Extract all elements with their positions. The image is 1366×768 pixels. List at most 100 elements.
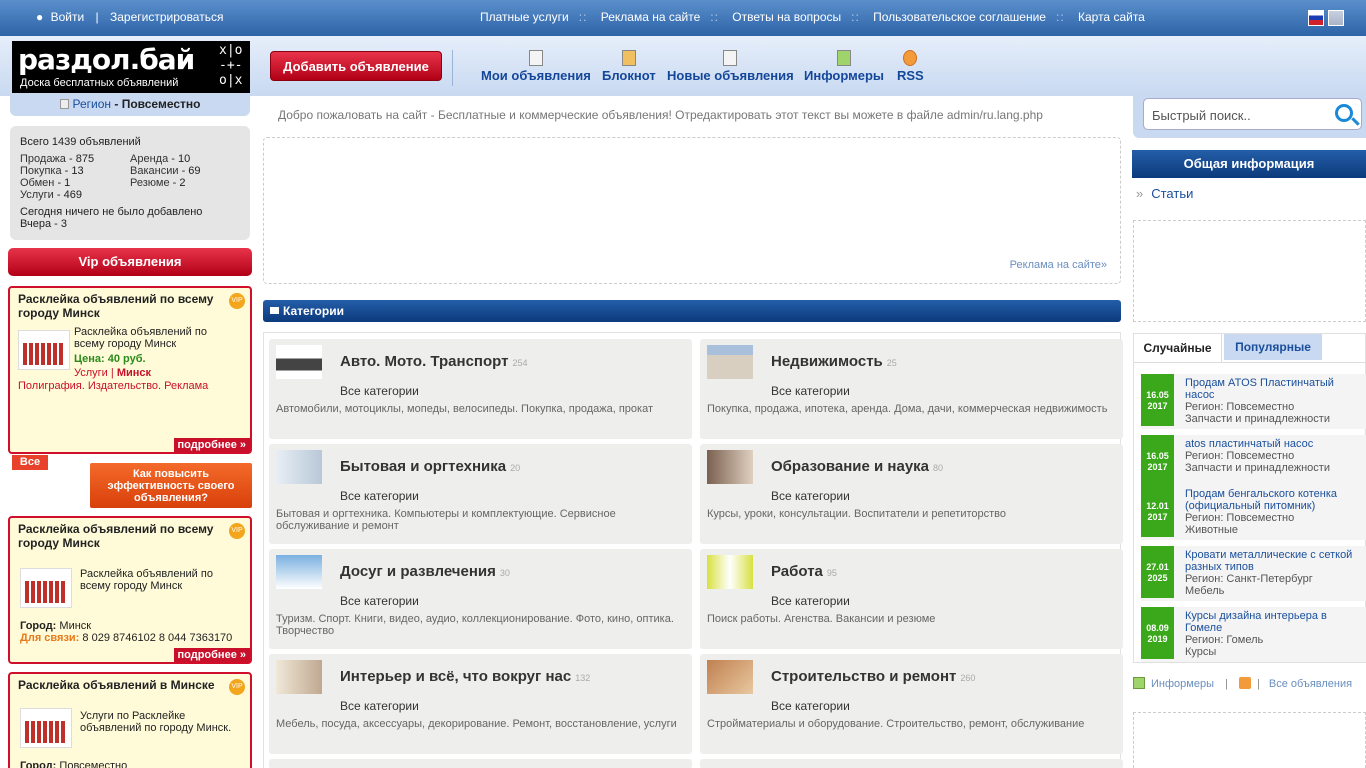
stats-services-link[interactable]: Услуги — [20, 189, 54, 201]
all-categories-link[interactable]: Все категории — [771, 384, 850, 398]
work-icon — [707, 555, 753, 589]
category-card[interactable] — [700, 759, 1123, 768]
register-link[interactable]: Зарегистрироваться — [110, 10, 223, 24]
menu-user-agreement[interactable]: Пользовательское соглашение — [873, 10, 1046, 24]
construction-icon — [707, 660, 753, 694]
list-item[interactable]: 16.05 2017 atos пластинчатый насос Регион:… — [1141, 435, 1366, 490]
list-item[interactable]: 08.09 2019 Курсы дизайна интерьера в Гоме… — [1141, 607, 1366, 662]
all-categories-link[interactable]: Все категории — [340, 594, 419, 608]
nav-my-ads[interactable]: Мои объявления — [481, 50, 591, 83]
category-card[interactable]: Авто. Мото. Транспорт 254 Все категории А… — [269, 339, 692, 439]
category-title[interactable]: Недвижимость — [771, 353, 883, 370]
vip-ad-card[interactable]: Расклейка объявлений по всему городу Мин… — [8, 286, 252, 454]
category-card[interactable] — [269, 759, 692, 768]
vip-more-link[interactable]: подробнее » — [173, 648, 250, 662]
nav-informers[interactable]: Информеры — [804, 50, 884, 83]
category-title[interactable]: Досуг и развлечения — [340, 563, 496, 580]
header: раздол.бай Доска бесплатных объявлений x… — [0, 36, 1366, 96]
vip-ad-title[interactable]: Расклейка объявлений по всему городу Мин… — [18, 292, 242, 320]
all-ads-link[interactable]: Все объявления — [1269, 678, 1352, 690]
ad-thumbnail[interactable] — [18, 330, 70, 370]
notepad-icon — [621, 50, 636, 66]
flag-uk-icon[interactable] — [1328, 10, 1344, 26]
date-badge: 27.01 2025 — [1141, 546, 1174, 598]
login-link[interactable]: Войти — [51, 10, 85, 24]
date-badge: 16.05 2017 — [1141, 374, 1174, 426]
search-input[interactable]: Быстрый поиск.. — [1143, 98, 1362, 130]
category-title[interactable]: Авто. Мото. Транспорт — [340, 353, 508, 370]
vip-ad-card[interactable]: Расклейка объявлений в Минске VIP Услуги… — [8, 672, 252, 768]
flag-russia-icon[interactable] — [1308, 10, 1324, 26]
item-title-link[interactable]: Кровати металлические с сеткой разных ти… — [1185, 549, 1352, 573]
category-card[interactable]: Бытовая и оргтехника 20 Все категории Быт… — [269, 444, 692, 544]
add-ad-button[interactable]: Добавить объявление — [270, 51, 442, 81]
nav-new-ads[interactable]: Новые объявления — [667, 50, 794, 83]
all-categories-link[interactable]: Все категории — [771, 489, 850, 503]
stats-rent-link[interactable]: Аренда — [130, 153, 168, 165]
new-page-icon — [723, 50, 738, 66]
category-card[interactable]: Работа 95 Все категории Поиск работы. Аге… — [700, 549, 1123, 649]
category-card[interactable]: Недвижимость 25 Все категории Покупка, пр… — [700, 339, 1123, 439]
region-link[interactable]: Регион — [73, 97, 112, 111]
menu-advertising[interactable]: Реклама на сайте — [601, 10, 701, 24]
articles-link[interactable]: Статьи — [1151, 186, 1193, 201]
item-title-link[interactable]: Продам ATOS Пластинчатый насос — [1185, 377, 1334, 401]
stats-sale-link[interactable]: Продажа — [20, 153, 66, 165]
stats-resume-link[interactable]: Резюме — [130, 177, 170, 189]
all-categories-link[interactable]: Все категории — [340, 489, 419, 503]
search-icon[interactable] — [1335, 104, 1353, 122]
nav-rss[interactable]: RSS — [897, 50, 924, 83]
date-badge: 08.09 2019 — [1141, 607, 1174, 659]
ad-thumbnail[interactable] — [20, 568, 72, 608]
tab-random[interactable]: Случайные — [1134, 334, 1222, 362]
site-logo[interactable]: раздол.бай Доска бесплатных объявлений x… — [12, 41, 250, 93]
category-card[interactable]: Строительство и ремонт 260 Все категории … — [700, 654, 1123, 754]
vip-header[interactable]: Vip объявления — [8, 248, 252, 276]
category-title[interactable]: Образование и наука — [771, 458, 929, 475]
documents-icon — [528, 50, 543, 66]
stats-exchange-link[interactable]: Обмен — [20, 177, 54, 189]
boost-ad-button[interactable]: Как повысить эффективность своего объявл… — [90, 463, 252, 508]
category-title[interactable]: Работа — [771, 563, 823, 580]
menu-sitemap[interactable]: Карта сайта — [1078, 10, 1145, 24]
menu-faq[interactable]: Ответы на вопросы — [732, 10, 841, 24]
category-title[interactable]: Интерьер и всё, что вокруг нас — [340, 668, 571, 685]
advertise-link[interactable]: Реклама на сайте» — [1010, 259, 1107, 271]
info-header: Общая информация — [1132, 150, 1366, 178]
vip-ad-title[interactable]: Расклейка объявлений по всему городу Мин… — [18, 522, 242, 550]
list-item[interactable]: 12.01 2017 Продам бенгальского котенка (о… — [1141, 485, 1366, 540]
category-title[interactable]: Строительство и ремонт — [771, 668, 956, 685]
region-icon — [59, 99, 69, 109]
list-item[interactable]: 16.05 2017 Продам ATOS Пластинчатый насос… — [1141, 374, 1366, 429]
category-card[interactable]: Досуг и развлечения 30 Все категории Тури… — [269, 549, 692, 649]
vip-all-button[interactable]: Все — [12, 455, 48, 470]
informers-link[interactable]: Информеры — [1151, 678, 1214, 690]
category-card[interactable]: Интерьер и всё, что вокруг нас 132 Все ка… — [269, 654, 692, 754]
vip-ad-title[interactable]: Расклейка объявлений в Минске — [18, 678, 242, 692]
list-item[interactable]: 27.01 2025 Кровати металлические с сеткой… — [1141, 546, 1366, 601]
stats-buy-link[interactable]: Покупка — [20, 165, 62, 177]
car-icon — [276, 345, 322, 379]
vip-badge-icon: VIP — [229, 679, 245, 695]
nav-notepad[interactable]: Блокнот — [602, 50, 656, 83]
item-title-link[interactable]: Курсы дизайна интерьера в Гомеле — [1185, 610, 1327, 634]
category-title[interactable]: Бытовая и оргтехника — [340, 458, 506, 475]
categories-grid: Авто. Мото. Транспорт 254 Все категории А… — [263, 332, 1123, 768]
tictactoe-icon: x|o -+- o|x — [219, 43, 243, 88]
articles-item: » Статьи — [1136, 186, 1193, 201]
tab-popular[interactable]: Популярные — [1224, 334, 1322, 360]
vip-ad-card[interactable]: Расклейка объявлений по всему городу Мин… — [8, 516, 252, 664]
category-card[interactable]: Образование и наука 80 Все категории Курс… — [700, 444, 1123, 544]
item-title-link[interactable]: Продам бенгальского котенка (официальный… — [1185, 488, 1337, 512]
ad-thumbnail[interactable] — [20, 708, 72, 748]
menu-paid-services[interactable]: Платные услуги — [480, 10, 569, 24]
vip-more-link[interactable]: подробнее » — [173, 438, 250, 452]
all-categories-link[interactable]: Все категории — [771, 594, 850, 608]
all-categories-link[interactable]: Все категории — [340, 699, 419, 713]
rss-icon[interactable] — [1238, 677, 1251, 689]
all-categories-link[interactable]: Все категории — [340, 384, 419, 398]
appliances-icon — [276, 450, 322, 484]
item-title-link[interactable]: atos пластинчатый насос — [1185, 438, 1313, 450]
stats-vacancy-link[interactable]: Вакансии — [130, 165, 179, 177]
all-categories-link[interactable]: Все категории — [771, 699, 850, 713]
